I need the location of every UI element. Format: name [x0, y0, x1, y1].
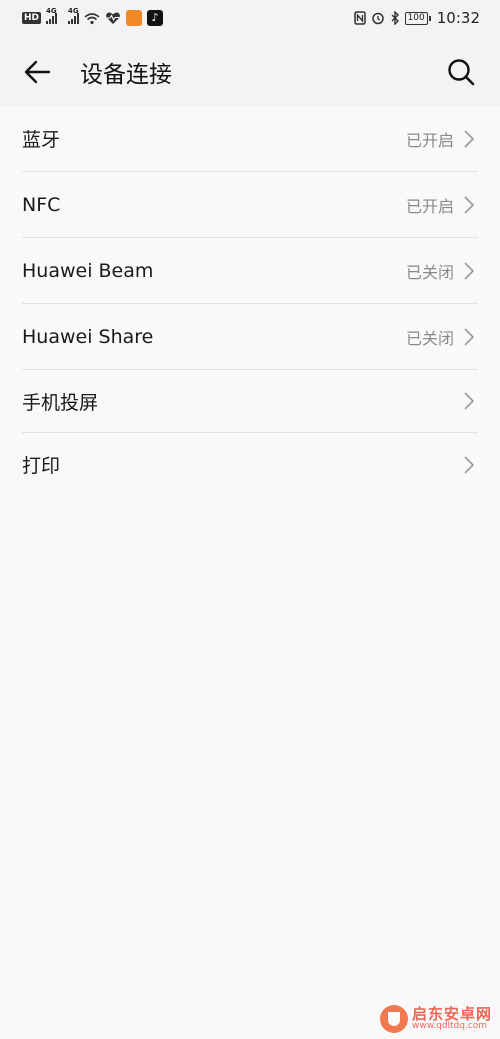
- app-notification-icon: [126, 10, 143, 26]
- list-item-label: Huawei Share: [22, 325, 154, 348]
- chevron-right-icon: [464, 195, 474, 214]
- tiktok-icon: ♪: [147, 10, 164, 26]
- alarm-icon: [371, 12, 384, 25]
- watermark-url: www.qdltdq.com: [411, 1021, 488, 1031]
- chevron-right-icon: [464, 261, 474, 280]
- list-item-label: NFC: [22, 193, 61, 216]
- chevron-right-icon: [464, 327, 474, 346]
- heart-rate-icon: [106, 12, 120, 24]
- list-item-label: 手机投屏: [22, 391, 99, 414]
- app-bar: 设备连接: [0, 36, 500, 106]
- list-item-label: 蓝牙: [22, 129, 61, 151]
- settings-list: 蓝牙 已开启 NFC 已开启 Huawei Beam 已关闭 Huawei Sh…: [0, 106, 500, 1039]
- list-item-bluetooth[interactable]: 蓝牙 已开启: [22, 106, 478, 172]
- list-item-screen-projection[interactable]: 手机投屏: [22, 370, 478, 433]
- page-title: 设备连接: [80, 62, 172, 88]
- hd-icon: HD: [22, 12, 42, 24]
- clock: 10:32: [436, 9, 480, 27]
- status-text: 已关闭: [405, 328, 454, 348]
- signal-icon-2: 4G: [68, 7, 80, 24]
- battery-icon: 100: [404, 11, 431, 25]
- watermark-name: 启东安卓网: [411, 1005, 492, 1023]
- list-item-huawei-beam[interactable]: Huawei Beam 已关闭: [22, 238, 478, 304]
- list-item-label: Huawei Beam: [22, 259, 154, 282]
- list-item-nfc[interactable]: NFC 已开启: [22, 172, 478, 238]
- list-item-print[interactable]: 打印: [22, 433, 478, 496]
- back-arrow-icon[interactable]: [22, 57, 52, 87]
- status-bar: HD 4G 4G ♪ 100 10:32: [0, 0, 500, 36]
- list-item-label: 打印: [22, 455, 61, 477]
- list-item-huawei-share[interactable]: Huawei Share 已关闭: [22, 304, 478, 370]
- watermark: 启东安卓网 www.qdltdq.com: [379, 1005, 492, 1033]
- bluetooth-icon: [391, 11, 399, 25]
- search-icon[interactable]: [446, 57, 476, 87]
- signal-icon: 4G: [46, 7, 58, 24]
- status-text: 已开启: [405, 196, 454, 216]
- status-text: 已开启: [405, 130, 454, 150]
- status-right: 100 10:32: [353, 9, 480, 27]
- wifi-icon: [84, 12, 100, 24]
- chevron-right-icon: [464, 392, 474, 410]
- watermark-logo-icon: [379, 1005, 408, 1033]
- chevron-right-icon: [464, 455, 474, 474]
- watermark-text: 启东安卓网 www.qdltdq.com: [412, 1007, 492, 1031]
- status-text: 已关闭: [405, 262, 454, 282]
- status-left: HD 4G 4G ♪: [22, 7, 164, 26]
- chevron-right-icon: [464, 129, 474, 148]
- nfc-icon: [353, 11, 366, 25]
